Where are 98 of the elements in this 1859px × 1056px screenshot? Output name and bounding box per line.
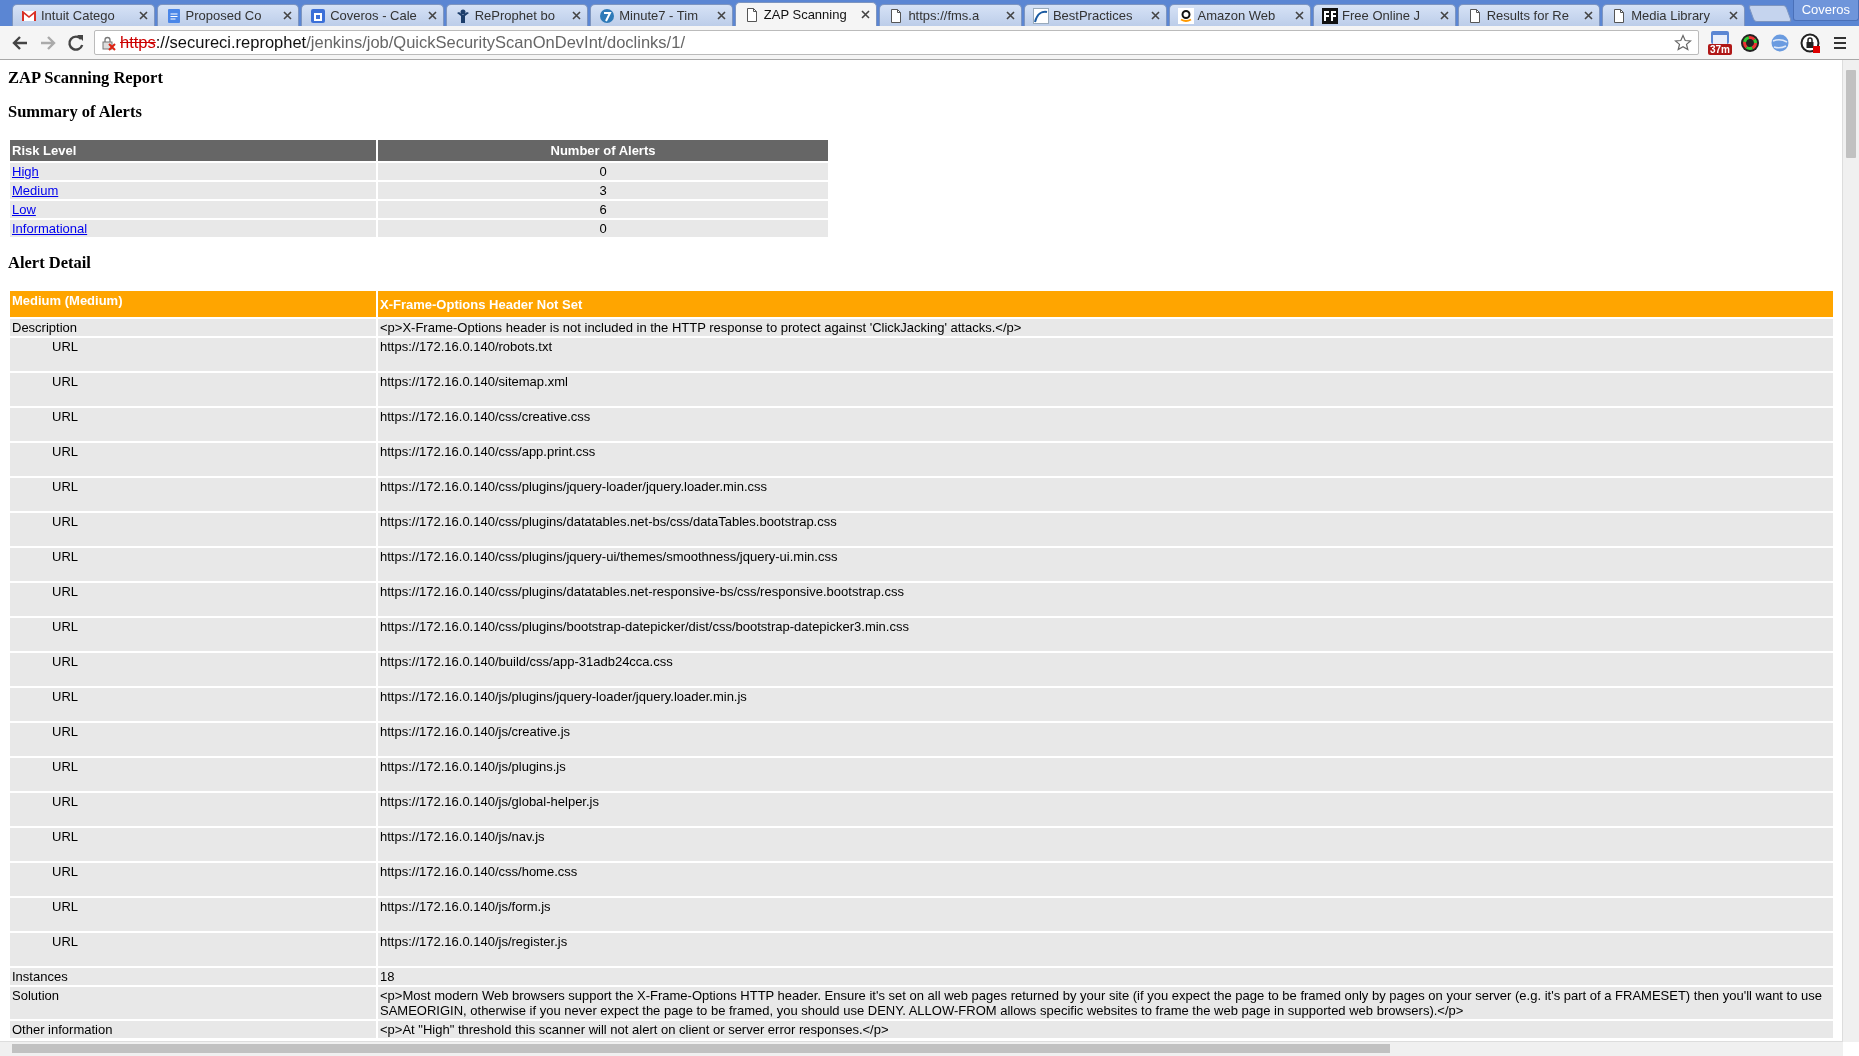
close-icon[interactable] — [283, 11, 293, 20]
field-label: URL — [10, 898, 376, 931]
menu-icon[interactable] — [1832, 34, 1848, 51]
risk-level-link[interactable]: Medium — [12, 183, 59, 198]
close-icon[interactable] — [138, 11, 148, 20]
url-cell: https://172.16.0.140/js/plugins.js — [378, 758, 1833, 791]
browser-tab[interactable]: BestPractices — [1023, 4, 1167, 26]
field-label: URL — [10, 583, 376, 616]
browser-tab[interactable]: Media Library — [1602, 4, 1745, 26]
table-cell: 6 — [378, 201, 828, 218]
browser-tab[interactable]: Free Online J — [1313, 4, 1456, 26]
table-cell: 0 — [378, 163, 828, 180]
risk-level-link[interactable]: High — [12, 164, 39, 179]
close-icon[interactable] — [1295, 11, 1305, 20]
close-icon[interactable] — [1584, 11, 1594, 20]
browser-tab[interactable]: Results for Re — [1457, 4, 1601, 26]
url-cell: https://172.16.0.140/css/plugins/jquery-loader/jquery.loader.min.css — [378, 478, 1833, 511]
field-label: Instances — [10, 968, 376, 985]
field-label: URL — [10, 618, 376, 651]
close-icon[interactable] — [1439, 11, 1449, 20]
globe-icon[interactable] — [1770, 32, 1790, 53]
url-cell: https://172.16.0.140/css/creative.css — [378, 408, 1833, 441]
risk-level-link[interactable]: Low — [12, 202, 36, 217]
alert-risk-header: Medium (Medium) — [10, 291, 376, 317]
calendar-extension-icon[interactable] — [1710, 30, 1730, 44]
browser-tab[interactable]: https://fms.a — [879, 4, 1022, 26]
table-cell: <p>At "High" threshold this scanner will not alert on client or server error responses.</p> — [378, 1021, 1833, 1038]
field-label: Other information — [10, 1021, 376, 1038]
field-label: Description — [10, 319, 376, 336]
field-label: URL — [10, 408, 376, 441]
address-field[interactable]: https://secureci.reprophet/jenkins/job/QuickSecurityScanOnDevInt/doclinks/1/ — [94, 30, 1699, 55]
column-header: Risk Level — [10, 140, 376, 161]
table-cell: 3 — [378, 182, 828, 199]
url-cell: https://172.16.0.140/js/creative.js — [378, 723, 1833, 756]
url-cell: https://172.16.0.140/robots.txt — [378, 338, 1833, 371]
field-label: URL — [10, 443, 376, 476]
browser-tab[interactable]: Proposed Co — [156, 4, 300, 26]
close-icon[interactable] — [572, 11, 582, 20]
section-heading: Summary of Alerts — [8, 102, 142, 122]
url-cell: https://172.16.0.140/js/nav.js — [378, 828, 1833, 861]
field-label: URL — [10, 513, 376, 546]
browser-tab[interactable]: Coveros - Cale — [301, 4, 444, 26]
url-cell: https://172.16.0.140/css/plugins/datatables.net-responsive-bs/css/responsive.bootstrap.css — [378, 583, 1833, 616]
field-label: URL — [10, 688, 376, 721]
browser-tab[interactable]: Minute7 - Tim — [590, 4, 733, 26]
close-icon[interactable] — [716, 11, 726, 20]
field-label: URL — [10, 478, 376, 511]
url-cell: https://172.16.0.140/css/plugins/jquery-ui/themes/smoothness/jquery-ui.min.css — [378, 548, 1833, 581]
url-cell: https://172.16.0.140/build/css/app-31adb24cca.css — [378, 653, 1833, 686]
calendar-icon — [310, 7, 327, 24]
report-title: ZAP Scanning Report — [8, 68, 163, 88]
field-label: URL — [10, 758, 376, 791]
field-label: URL — [10, 653, 376, 686]
vertical-scrollbar[interactable] — [1842, 60, 1859, 1042]
field-label: URL — [10, 793, 376, 826]
insecure-lock-icon[interactable] — [101, 34, 117, 51]
browser-tab[interactable]: Intuit Catego — [12, 4, 155, 26]
field-label: URL — [10, 338, 376, 371]
field-label: URL — [10, 373, 376, 406]
url-cell: https://172.16.0.140/sitemap.xml — [378, 373, 1833, 406]
url-cell: https://172.16.0.140/js/global-helper.js — [378, 793, 1833, 826]
field-label: URL — [10, 828, 376, 861]
table-cell: 0 — [378, 220, 828, 237]
close-icon[interactable] — [1728, 11, 1738, 20]
bookmark-star-icon[interactable] — [1674, 33, 1692, 52]
url-cell: https://172.16.0.140/css/plugins/bootstrap-datepicker/dist/css/bootstrap-datepicker3.min.css — [378, 618, 1833, 651]
url-cell: https://172.16.0.140/css/home.css — [378, 863, 1833, 896]
document-icon — [165, 7, 182, 24]
column-header: Number of Alerts — [378, 140, 828, 161]
url-cell: https://172.16.0.140/js/plugins/jquery-loader/jquery.loader.min.js — [378, 688, 1833, 721]
risk-level-link[interactable]: Informational — [12, 221, 88, 236]
alert-name-header: X-Frame-Options Header Not Set — [378, 291, 1833, 317]
table-cell: <p>Most modern Web browsers support the X-Frame-Options HTTP header. Ensure it's set on all web pages returned by your site (if you expect the page to be framed only by pages on your server (e.g. it's part of a FRAMESET) then you'll want to use SAMEORIGIN, otherwise if you never expect the page to be framed, you should use DENY. ALLOW-FROM allows specific websites to frame the web page in supported web browsers).</p> — [378, 987, 1833, 1019]
blocked-lock-icon[interactable] — [1800, 32, 1820, 53]
browser-tab[interactable]: ReProphet bo — [445, 4, 589, 26]
field-label: URL — [10, 723, 376, 756]
field-label: URL — [10, 863, 376, 896]
smile-icon — [1177, 7, 1194, 24]
horizontal-scrollbar[interactable] — [0, 1041, 1843, 1056]
close-icon[interactable] — [861, 10, 871, 19]
close-icon[interactable] — [1005, 11, 1015, 20]
browser-tab[interactable]: ZAP Scanning — [734, 2, 878, 26]
url-cell: https://172.16.0.140/css/app.print.css — [378, 443, 1833, 476]
close-icon[interactable] — [1150, 11, 1160, 20]
url-cell: https://172.16.0.140/js/form.js — [378, 898, 1833, 931]
section-heading: Alert Detail — [8, 253, 91, 273]
browser-tab[interactable]: Amazon Web — [1168, 4, 1312, 26]
close-icon[interactable] — [427, 11, 437, 20]
field-label: URL — [10, 548, 376, 581]
field-label: Solution — [10, 987, 376, 1019]
color-wheel-icon[interactable] — [1740, 32, 1760, 53]
arc-icon — [1032, 7, 1049, 24]
url-cell: https://172.16.0.140/js/register.js — [378, 933, 1833, 966]
field-label: URL — [10, 933, 376, 966]
extension-badge: 37m — [1708, 44, 1732, 55]
table-cell: <p>X-Frame-Options header is not included in the HTTP response to protect against 'ClickJacking' attacks.</p> — [378, 319, 1833, 336]
table-cell: 18 — [378, 968, 1833, 985]
url-cell: https://172.16.0.140/css/plugins/datatables.net-bs/css/dataTables.bootstrap.css — [378, 513, 1833, 546]
